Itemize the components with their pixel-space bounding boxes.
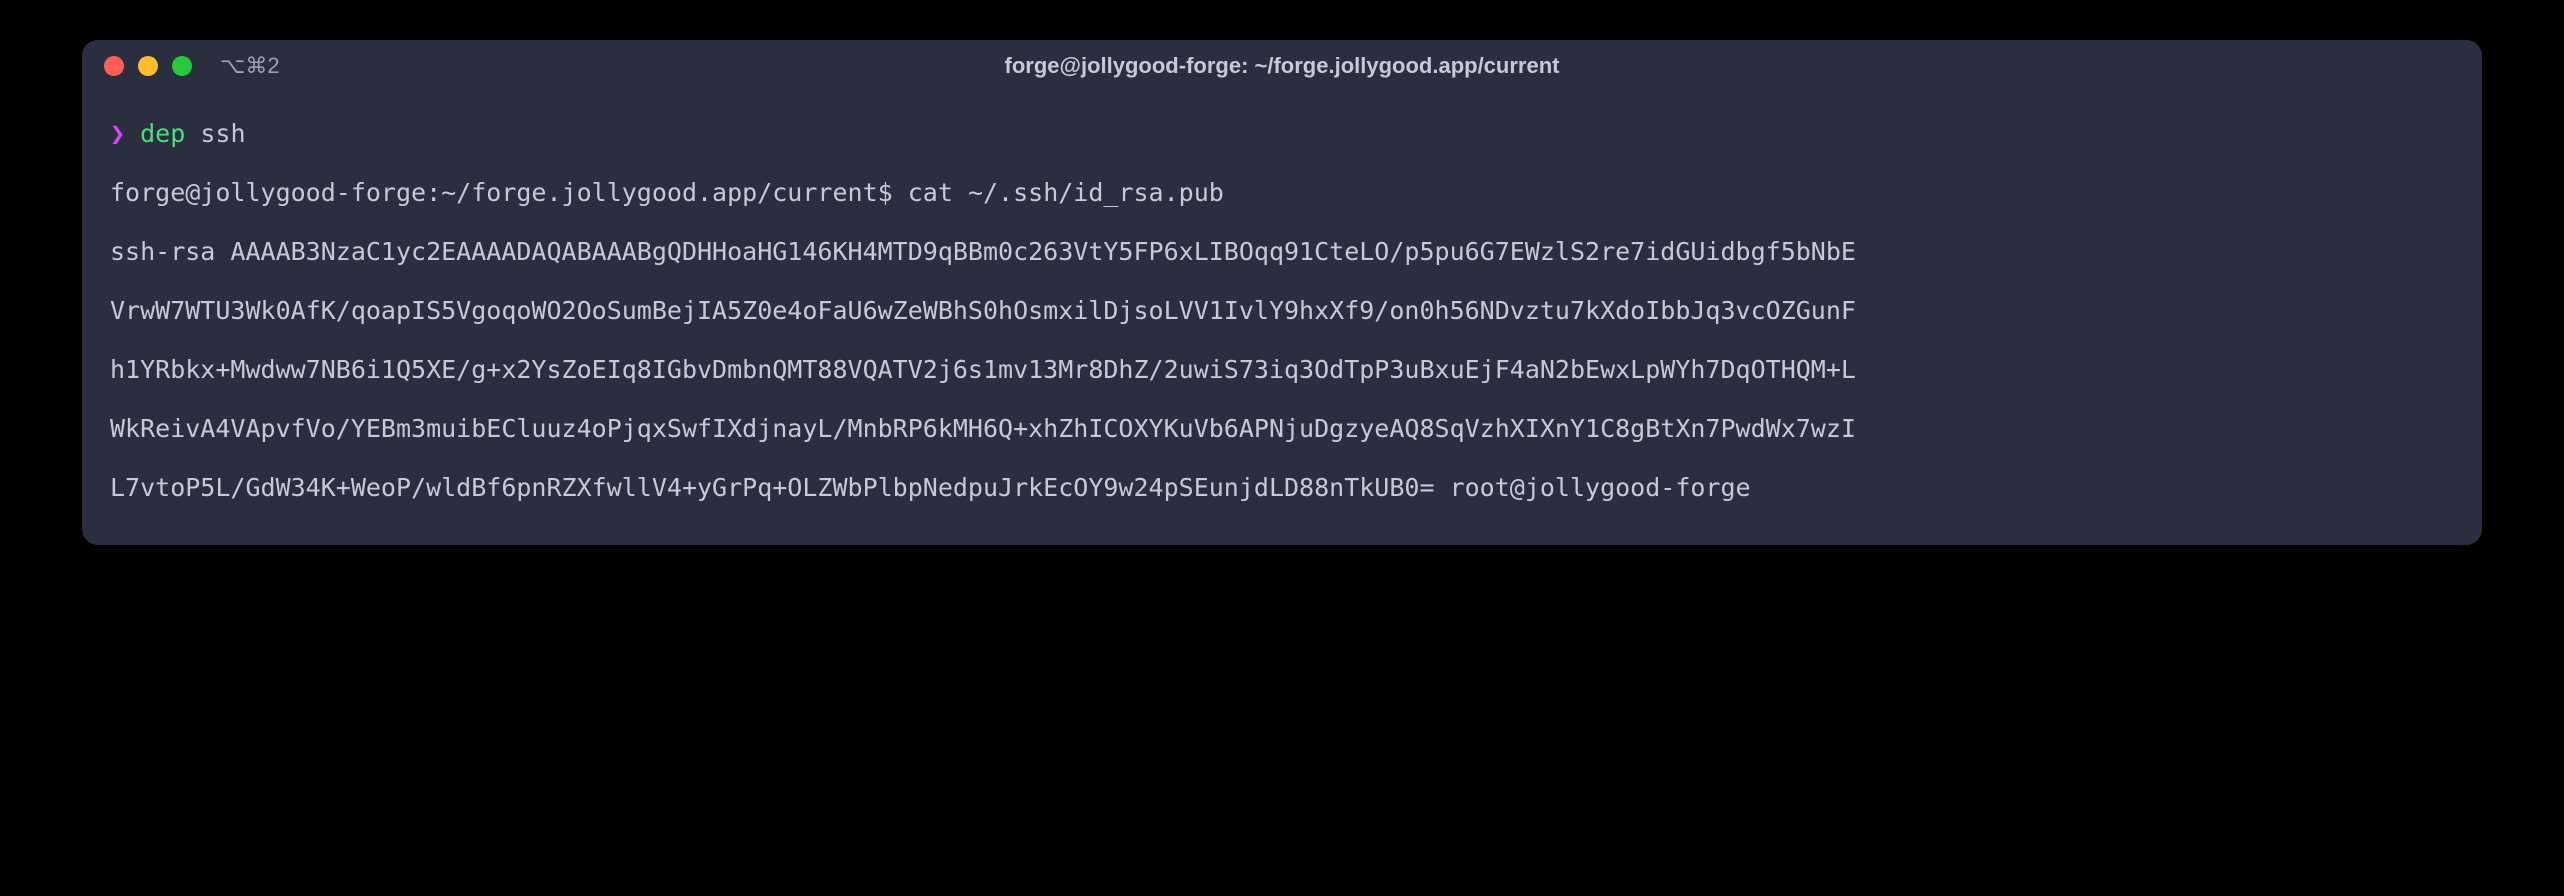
shell-prompt-line: forge@jollygood-forge:~/forge.jollygood.… bbox=[110, 175, 2454, 210]
output-line: h1YRbkx+Mwdww7NB6i1Q5XE/g+x2YsZoEIq8IGbv… bbox=[110, 352, 2454, 387]
terminal-body[interactable]: ❯ dep ssh forge@jollygood-forge:~/forge.… bbox=[82, 92, 2482, 545]
shell-prompt-prefix: forge@jollygood-forge:~/forge.jollygood.… bbox=[110, 178, 893, 207]
output-line: L7vtoP5L/GdW34K+WeoP/wldBf6pnRZXfwllV4+y… bbox=[110, 470, 2454, 505]
command-name: dep bbox=[140, 119, 185, 148]
prompt-symbol: ❯ bbox=[110, 119, 125, 148]
shell-command: cat ~/.ssh/id_rsa.pub bbox=[908, 178, 1224, 207]
window-title: forge@jollygood-forge: ~/forge.jollygood… bbox=[1005, 53, 1560, 79]
output-line: VrwW7WTU3Wk0AfK/qoapIS5VgoqoWO2OoSumBejI… bbox=[110, 293, 2454, 328]
command-arg: ssh bbox=[200, 119, 245, 148]
output-line: ssh-rsa AAAAB3NzaC1yc2EAAAADAQABAAABgQDH… bbox=[110, 234, 2454, 269]
titlebar: ⌥⌘2 forge@jollygood-forge: ~/forge.jolly… bbox=[82, 40, 2482, 92]
minimize-icon[interactable] bbox=[138, 56, 158, 76]
terminal-window: ⌥⌘2 forge@jollygood-forge: ~/forge.jolly… bbox=[82, 40, 2482, 545]
command-line: ❯ dep ssh bbox=[110, 116, 2454, 151]
maximize-icon[interactable] bbox=[172, 56, 192, 76]
close-icon[interactable] bbox=[104, 56, 124, 76]
traffic-lights bbox=[104, 56, 192, 76]
tab-label: ⌥⌘2 bbox=[220, 53, 280, 79]
output-line: WkReivA4VApvfVo/YEBm3muibECluuz4oPjqxSwf… bbox=[110, 411, 2454, 446]
